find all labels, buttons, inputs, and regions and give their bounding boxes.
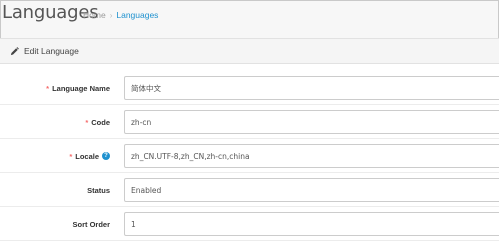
- form-row-language-name: * Language Name 简体中文: [0, 71, 499, 105]
- status-select[interactable]: Enabled: [124, 178, 499, 202]
- edit-language-panel: Edit Language * Language Name 简体中文 * Cod…: [0, 38, 499, 249]
- form-row-status: Status Enabled: [0, 173, 499, 207]
- breadcrumb-home-link[interactable]: Home: [83, 10, 106, 20]
- required-marker: *: [46, 83, 50, 93]
- panel-heading-text: Edit Language: [24, 46, 79, 56]
- required-marker: *: [69, 151, 73, 161]
- form-row-sort-order: Sort Order 1: [0, 207, 499, 241]
- status-label-text: Status: [87, 185, 110, 195]
- locale-input[interactable]: zh_CN.UTF-8,zh_CN,zh-cn,china: [124, 144, 499, 168]
- question-help-icon[interactable]: ?: [102, 152, 110, 160]
- code-label-text: Code: [91, 117, 110, 127]
- page-header: Languages Home › Languages: [0, 0, 497, 34]
- sort-order-input[interactable]: 1: [124, 212, 499, 236]
- code-input[interactable]: zh-cn: [124, 110, 499, 134]
- locale-label: * Locale ?: [69, 139, 110, 173]
- sort-order-label: Sort Order: [72, 207, 110, 241]
- breadcrumb: Home › Languages: [83, 10, 158, 20]
- breadcrumb-separator: ›: [109, 10, 113, 20]
- sort-order-label-text: Sort Order: [72, 219, 110, 229]
- form-row-code: * Code zh-cn: [0, 105, 499, 139]
- language-name-label: * Language Name: [46, 71, 110, 105]
- form-row-locale: * Locale ? zh_CN.UTF-8,zh_CN,zh-cn,china: [0, 139, 499, 173]
- language-name-label-text: Language Name: [52, 83, 110, 93]
- language-name-input[interactable]: 简体中文: [124, 76, 499, 100]
- panel-heading: Edit Language: [0, 39, 499, 64]
- status-label: Status: [87, 173, 110, 207]
- pencil-icon: [10, 46, 19, 55]
- code-label: * Code: [85, 105, 110, 139]
- locale-label-text: Locale: [75, 151, 99, 161]
- required-marker: *: [85, 117, 89, 127]
- breadcrumb-languages-link[interactable]: Languages: [116, 10, 158, 20]
